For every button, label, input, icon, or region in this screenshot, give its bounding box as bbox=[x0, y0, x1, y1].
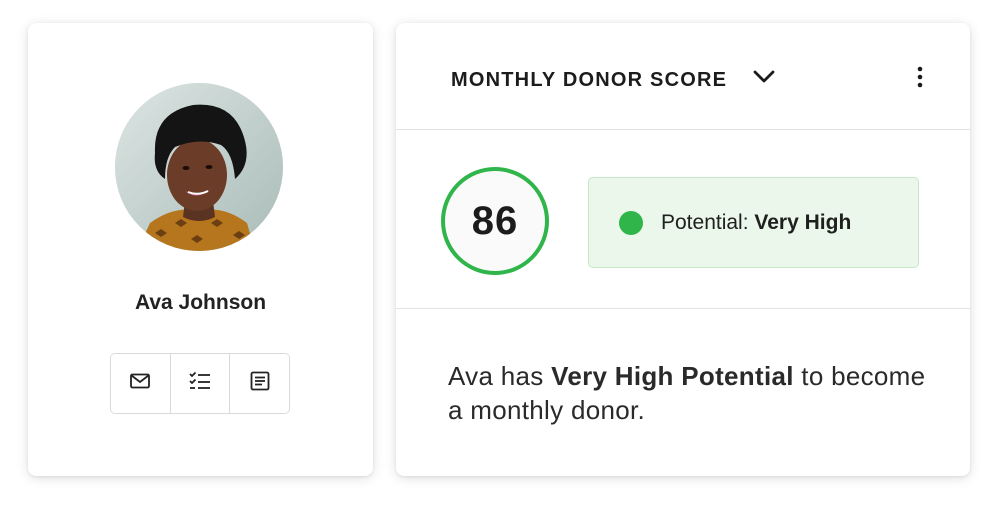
potential-text: Potential: Very High bbox=[661, 211, 851, 235]
task-list-icon bbox=[187, 369, 213, 398]
summary-prefix: Ava has bbox=[448, 361, 552, 391]
score-type-dropdown[interactable] bbox=[751, 66, 777, 92]
profile-card: Ava Johnson bbox=[28, 23, 373, 476]
score-value: 86 bbox=[471, 198, 519, 243]
score-title: MONTHLY DONOR SCORE bbox=[451, 69, 728, 91]
avatar bbox=[115, 83, 283, 251]
notes-icon bbox=[248, 369, 272, 398]
profile-actions bbox=[110, 353, 290, 414]
email-button[interactable] bbox=[111, 354, 171, 413]
donor-score-card: MONTHLY DONOR SCORE 86 Potential: Very H… bbox=[396, 23, 970, 476]
score-body: 86 Potential: Very High bbox=[396, 130, 970, 309]
potential-label: Potential: bbox=[661, 210, 749, 234]
chevron-down-icon bbox=[753, 70, 775, 89]
status-dot-icon bbox=[619, 210, 643, 235]
summary-highlight: Very High Potential bbox=[551, 361, 794, 391]
mail-icon bbox=[128, 369, 152, 398]
tasks-button[interactable] bbox=[170, 354, 231, 413]
potential-value: Very High bbox=[754, 210, 852, 234]
notes-button[interactable] bbox=[230, 354, 290, 413]
potential-badge: Potential: Very High bbox=[588, 177, 919, 268]
score-ring: 86 bbox=[441, 167, 549, 275]
score-summary: Ava has Very High Potential to become a … bbox=[448, 359, 928, 427]
avatar-photo bbox=[115, 83, 283, 251]
profile-name: Ava Johnson bbox=[134, 291, 267, 314]
more-options-button[interactable] bbox=[908, 66, 932, 92]
score-card-header: MONTHLY DONOR SCORE bbox=[396, 23, 970, 130]
more-vertical-icon bbox=[917, 66, 923, 93]
